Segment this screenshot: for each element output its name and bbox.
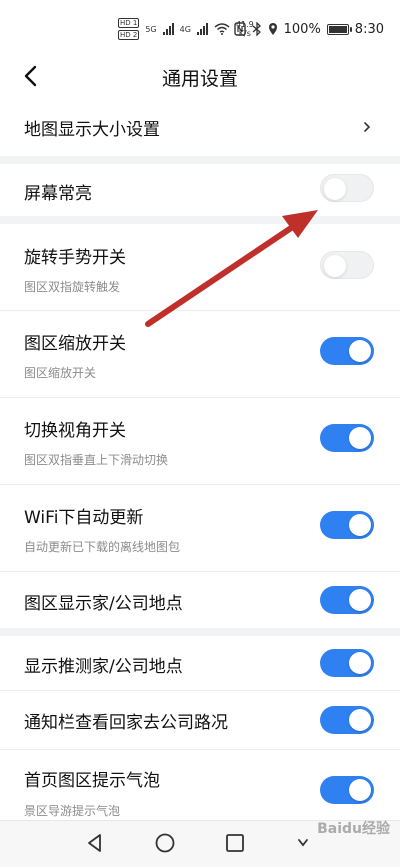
show-home-company-toggle[interactable] bbox=[320, 586, 374, 614]
setting-description: 景区导游提示气泡 bbox=[24, 804, 121, 818]
network-type-2: 4G bbox=[179, 24, 191, 34]
switch-view-toggle[interactable] bbox=[320, 424, 374, 452]
hd1-badge: HD 1 bbox=[118, 18, 140, 28]
setting-show-inferred-home-company: 显示推测家/公司地点 bbox=[0, 636, 400, 690]
toggle-knob bbox=[349, 709, 371, 731]
nav-dropdown-icon[interactable] bbox=[290, 830, 316, 856]
setting-rotate-gesture: 旋转手势开关 图区双指旋转触发 bbox=[0, 224, 400, 310]
toggle-knob bbox=[349, 589, 371, 611]
setting-description: 图区双指垂直上下滑动切换 bbox=[24, 453, 169, 467]
setting-label: 屏幕常亮 bbox=[24, 184, 92, 204]
toggle-knob bbox=[349, 514, 371, 536]
setting-homepage-bubble: 首页图区提示气泡 景区导游提示气泡 bbox=[0, 750, 400, 820]
setting-label: 地图显示大小设置 bbox=[24, 120, 160, 140]
clock: 8:30 bbox=[354, 21, 384, 37]
header-bar: 通用设置 bbox=[0, 56, 400, 98]
toggle-knob bbox=[349, 779, 371, 801]
watermark: Baidu经验 bbox=[317, 821, 390, 837]
signal-2-icon bbox=[196, 23, 208, 35]
signal-1-icon bbox=[162, 23, 174, 35]
bluetooth-icon bbox=[252, 22, 261, 36]
toggle-knob bbox=[324, 178, 346, 200]
show-inferred-home-company-toggle[interactable] bbox=[320, 649, 374, 677]
page-title: 通用设置 bbox=[161, 68, 238, 90]
setting-description: 图区缩放开关 bbox=[24, 366, 97, 380]
battery-icon bbox=[326, 23, 352, 35]
zoom-toggle[interactable] bbox=[320, 337, 374, 365]
setting-description: 自动更新已下载的离线地图包 bbox=[24, 540, 181, 554]
setting-zoom: 图区缩放开关 图区缩放开关 bbox=[0, 311, 400, 397]
setting-switch-view: 切换视角开关 图区双指垂直上下滑动切换 bbox=[0, 398, 400, 484]
toggle-knob bbox=[324, 255, 346, 277]
setting-screen-always-on: 屏幕常亮 bbox=[0, 164, 400, 216]
hd-indicators: HD 1 HD 2 bbox=[118, 18, 140, 40]
nfc-icon bbox=[233, 22, 246, 36]
hd2-badge: HD 2 bbox=[118, 30, 140, 40]
setting-notification-commute: 通知栏查看回家去公司路况 bbox=[0, 691, 400, 749]
screen-always-on-toggle[interactable] bbox=[320, 174, 374, 202]
notification-commute-toggle[interactable] bbox=[320, 706, 374, 734]
setting-label: 显示推测家/公司地点 bbox=[24, 657, 183, 677]
nav-recents-icon[interactable] bbox=[222, 830, 248, 856]
toggle-knob bbox=[349, 340, 371, 362]
nav-back-icon[interactable] bbox=[82, 830, 108, 856]
setting-label: 首页图区提示气泡 bbox=[24, 771, 160, 791]
setting-label: 图区缩放开关 bbox=[24, 334, 126, 354]
setting-label: WiFi下自动更新 bbox=[24, 508, 144, 528]
setting-wifi-auto-update: WiFi下自动更新 自动更新已下载的离线地图包 bbox=[0, 485, 400, 571]
setting-label: 通知栏查看回家去公司路况 bbox=[24, 713, 228, 733]
chevron-right-icon bbox=[364, 122, 371, 132]
toggle-knob bbox=[349, 427, 371, 449]
homepage-bubble-toggle[interactable] bbox=[320, 776, 374, 804]
toggle-knob bbox=[349, 652, 371, 674]
wifi-auto-update-toggle[interactable] bbox=[320, 511, 374, 539]
network-type-1: 5G bbox=[145, 24, 157, 34]
setting-description: 图区双指旋转触发 bbox=[24, 280, 121, 294]
rotate-gesture-toggle[interactable] bbox=[320, 251, 374, 279]
nav-home-icon[interactable] bbox=[152, 830, 178, 856]
battery-percent: 100% bbox=[283, 21, 321, 37]
setting-map-display-size[interactable]: 地图显示大小设置 bbox=[0, 98, 400, 156]
wifi-icon bbox=[214, 23, 230, 35]
setting-label: 切换视角开关 bbox=[24, 421, 126, 441]
setting-label: 旋转手势开关 bbox=[24, 248, 126, 268]
status-bar: HD 1 HD 2 5G 4G 41.9 K/s 100% 8:30 bbox=[0, 0, 400, 56]
setting-show-home-company: 图区显示家/公司地点 bbox=[0, 572, 400, 628]
status-right: 100% 8:30 bbox=[233, 18, 384, 40]
location-icon bbox=[268, 23, 277, 35]
setting-label: 图区显示家/公司地点 bbox=[24, 594, 183, 614]
